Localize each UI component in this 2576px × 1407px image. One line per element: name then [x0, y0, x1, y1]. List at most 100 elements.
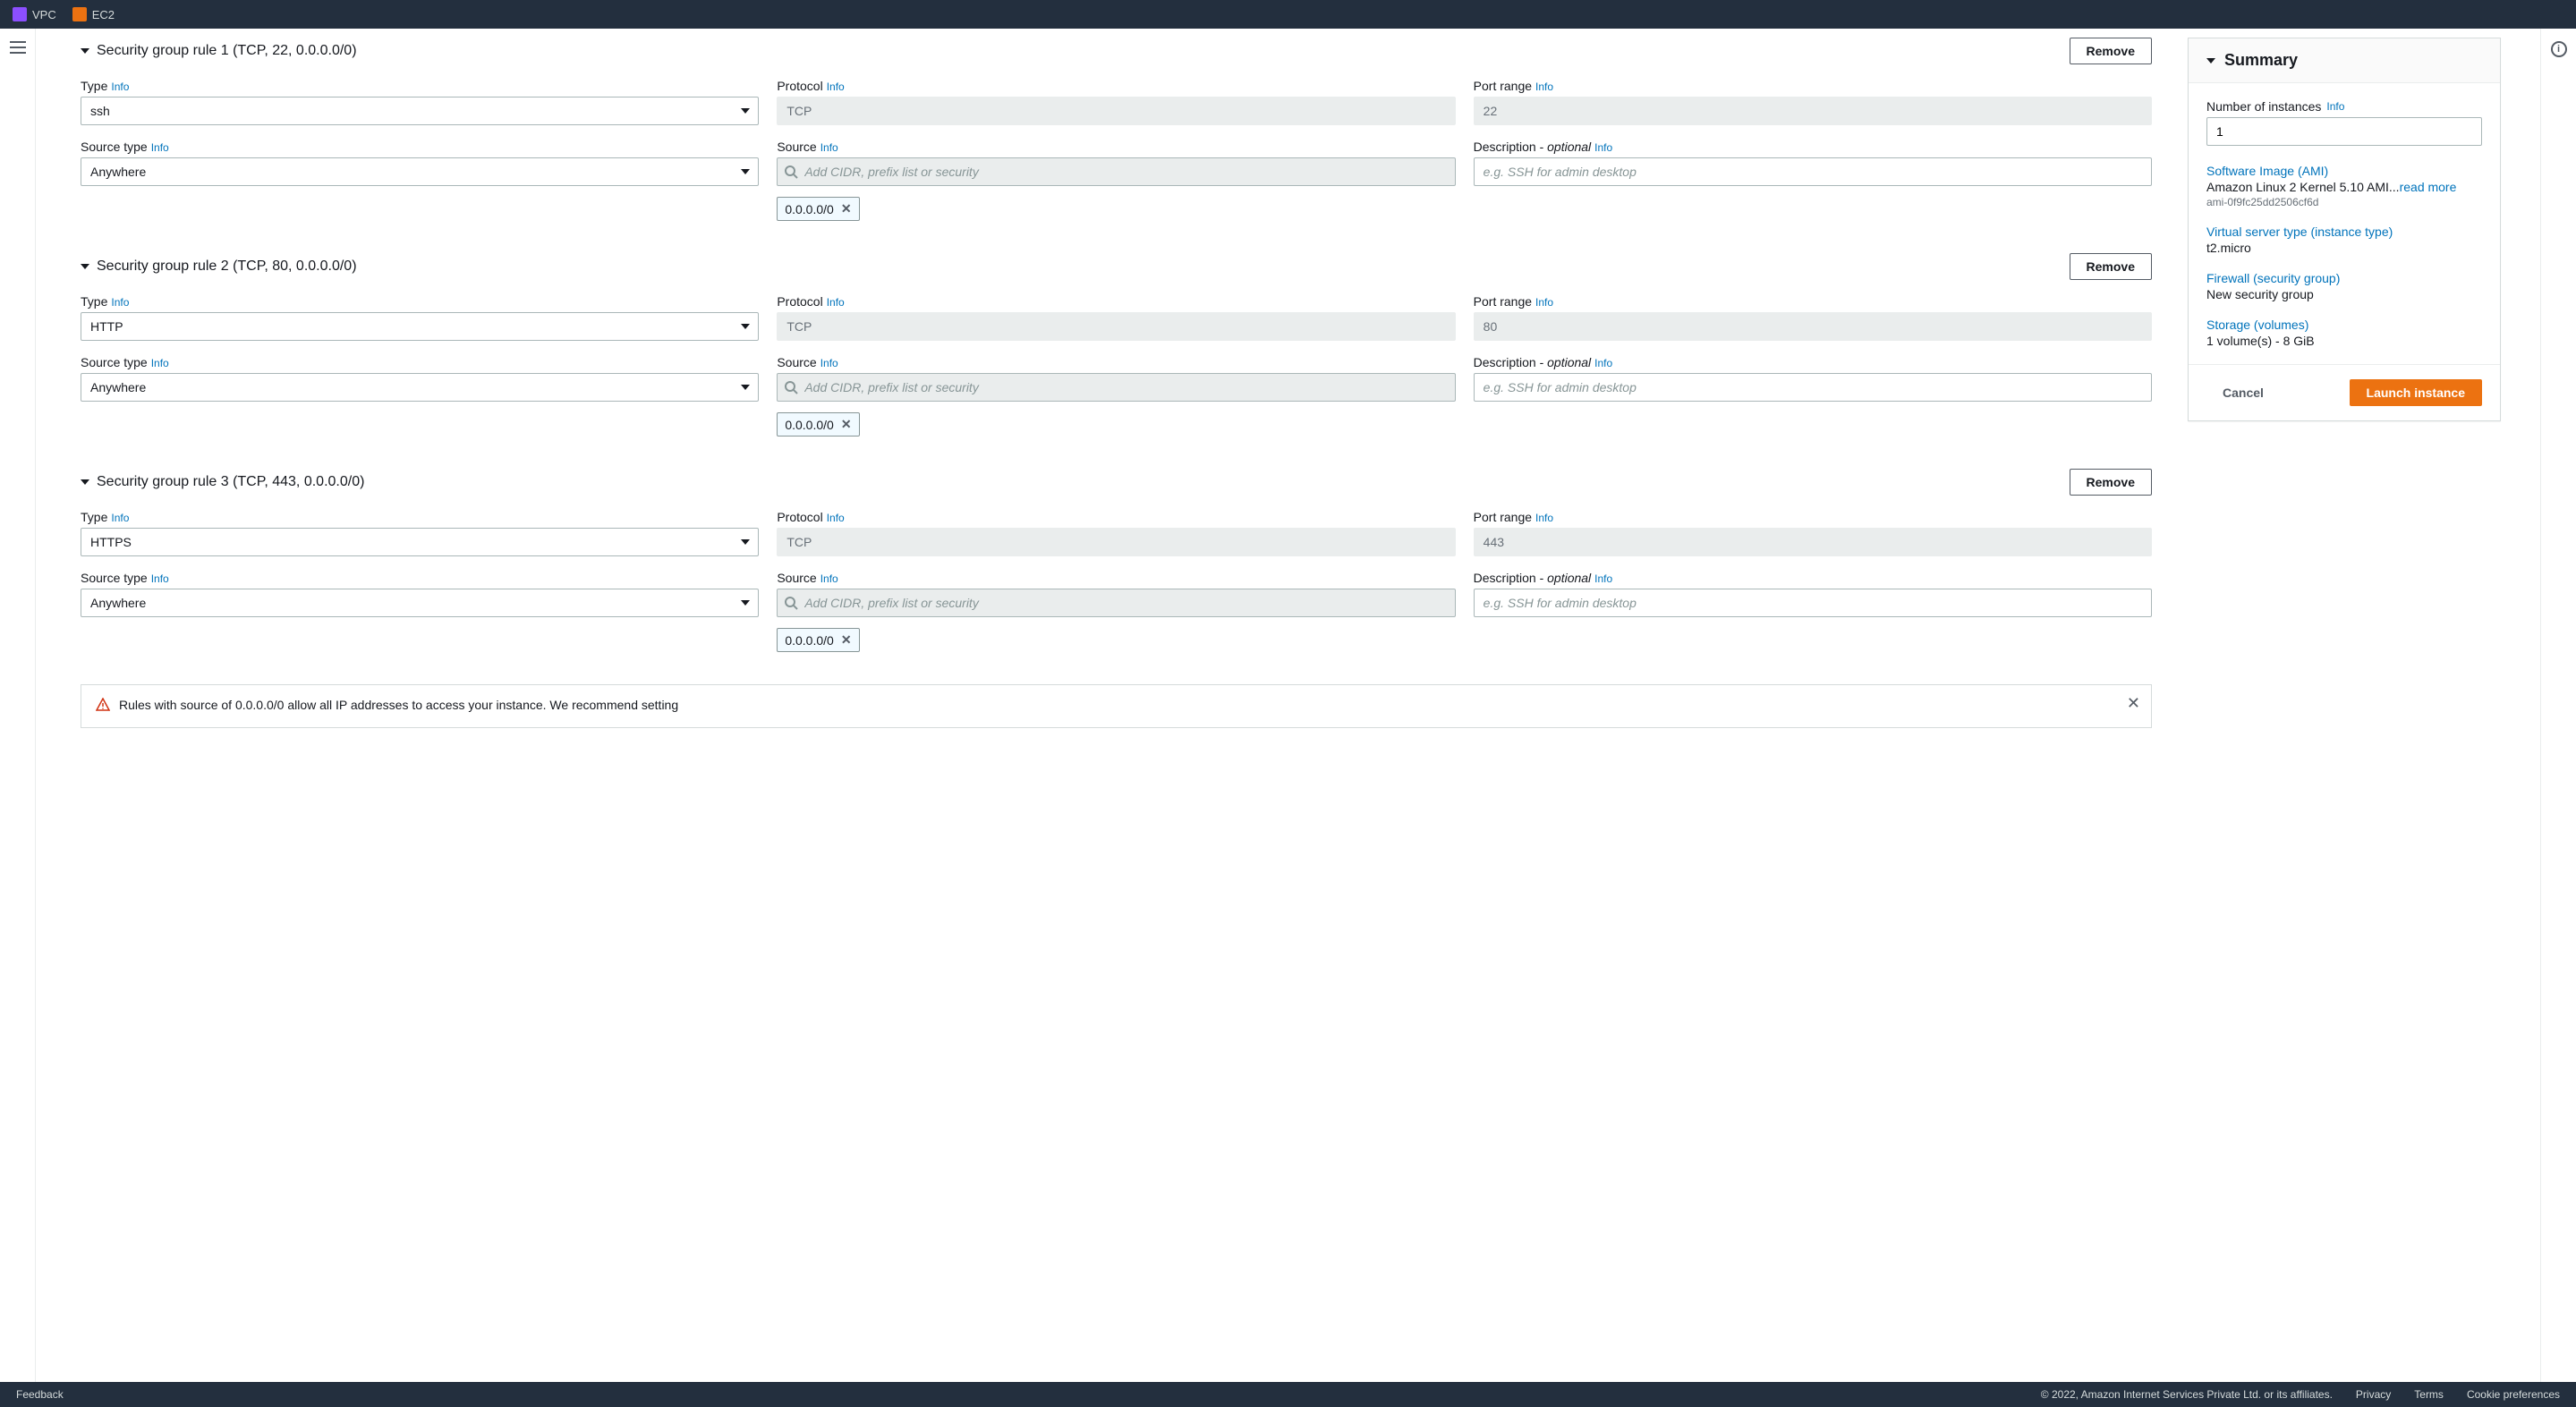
warning-text: Rules with source of 0.0.0.0/0 allow all… — [119, 698, 678, 712]
num-instances-input[interactable] — [2206, 117, 2482, 146]
search-icon — [784, 380, 798, 397]
port-range-value: 80 — [1474, 312, 2152, 341]
caret-down-icon — [2206, 58, 2215, 64]
security-group-rule: Security group rule 2 (TCP, 80, 0.0.0.0/… — [81, 253, 2152, 437]
instance-type-link[interactable]: Virtual server type (instance type) — [2206, 225, 2482, 239]
instance-type-value: t2.micro — [2206, 241, 2482, 255]
protocol-info[interactable]: Info — [827, 512, 845, 524]
scrollbar[interactable] — [2528, 29, 2540, 1382]
read-more-link[interactable]: read more — [2400, 180, 2457, 194]
remove-token-icon[interactable]: ✕ — [841, 417, 852, 432]
feedback-link[interactable]: Feedback — [16, 1388, 64, 1401]
description-input[interactable] — [1474, 373, 2152, 402]
search-icon — [784, 165, 798, 182]
ami-id: ami-0f9fc25dd2506cf6d — [2206, 196, 2482, 208]
security-group-rule: Security group rule 3 (TCP, 443, 0.0.0.0… — [81, 469, 2152, 652]
port-range-info[interactable]: Info — [1535, 296, 1553, 309]
remove-token-icon[interactable]: ✕ — [841, 201, 852, 216]
top-nav: VPC EC2 — [0, 0, 2576, 29]
type-info[interactable]: Info — [111, 512, 129, 524]
source-label: Source — [777, 355, 816, 369]
nav-label-vpc: VPC — [32, 8, 56, 21]
cidr-value: 0.0.0.0/0 — [785, 633, 834, 648]
summary-header[interactable]: Summary — [2189, 38, 2500, 83]
port-range-value: 443 — [1474, 528, 2152, 556]
vpc-icon — [13, 7, 27, 21]
cidr-value: 0.0.0.0/0 — [785, 202, 834, 216]
source-info[interactable]: Info — [820, 572, 838, 585]
terms-link[interactable]: Terms — [2414, 1388, 2444, 1401]
type-select[interactable]: ssh — [81, 97, 759, 125]
main-scroll[interactable]: Security group rule 1 (TCP, 22, 0.0.0.0/… — [36, 29, 2528, 1382]
description-input[interactable] — [1474, 589, 2152, 617]
protocol-info[interactable]: Info — [827, 296, 845, 309]
source-input[interactable] — [777, 589, 1455, 617]
protocol-value: TCP — [777, 312, 1455, 341]
source-input[interactable] — [777, 157, 1455, 186]
source-type-info[interactable]: Info — [151, 572, 169, 585]
cookies-link[interactable]: Cookie preferences — [2467, 1388, 2560, 1401]
cancel-button[interactable]: Cancel — [2206, 380, 2280, 405]
protocol-label: Protocol — [777, 294, 822, 309]
remove-rule-button[interactable]: Remove — [2070, 469, 2152, 496]
rule-title: Security group rule 3 (TCP, 443, 0.0.0.0… — [97, 474, 364, 490]
close-icon[interactable]: ✕ — [2127, 694, 2140, 713]
description-input[interactable] — [1474, 157, 2152, 186]
num-instances-info[interactable]: Info — [2326, 100, 2344, 113]
optional-label: optional — [1547, 571, 1591, 585]
summary-title: Summary — [2224, 51, 2298, 70]
protocol-info[interactable]: Info — [827, 81, 845, 93]
cidr-token: 0.0.0.0/0 ✕ — [777, 197, 859, 221]
cidr-value: 0.0.0.0/0 — [785, 418, 834, 432]
firewall-link[interactable]: Firewall (security group) — [2206, 271, 2482, 285]
storage-link[interactable]: Storage (volumes) — [2206, 318, 2482, 332]
storage-value: 1 volume(s) - 8 GiB — [2206, 334, 2482, 348]
copyright-text: © 2022, Amazon Internet Services Private… — [2041, 1388, 2333, 1401]
type-info[interactable]: Info — [111, 296, 129, 309]
source-type-info[interactable]: Info — [151, 357, 169, 369]
caret-down-icon[interactable] — [81, 479, 89, 485]
port-range-value: 22 — [1474, 97, 2152, 125]
type-info[interactable]: Info — [111, 81, 129, 93]
source-type-select[interactable]: Anywhere — [81, 373, 759, 402]
description-info[interactable]: Info — [1594, 572, 1612, 585]
port-range-label: Port range — [1474, 510, 1532, 524]
nav-item-vpc[interactable]: VPC — [13, 7, 56, 21]
description-label: Description - — [1474, 571, 1547, 585]
source-type-select[interactable]: Anywhere — [81, 589, 759, 617]
warning-icon — [96, 698, 110, 715]
description-label: Description - — [1474, 140, 1547, 154]
description-info[interactable]: Info — [1594, 357, 1612, 369]
optional-label: optional — [1547, 140, 1591, 154]
info-panel-icon[interactable]: i — [2551, 41, 2567, 57]
menu-toggle-icon[interactable] — [10, 41, 26, 54]
footer: Feedback © 2022, Amazon Internet Service… — [0, 1382, 2576, 1407]
privacy-link[interactable]: Privacy — [2356, 1388, 2391, 1401]
port-range-info[interactable]: Info — [1535, 81, 1553, 93]
summary-card: Summary Number of instances Info Softwar… — [2188, 38, 2501, 421]
type-label: Type — [81, 79, 107, 93]
remove-rule-button[interactable]: Remove — [2070, 38, 2152, 64]
nav-item-ec2[interactable]: EC2 — [72, 7, 115, 21]
port-range-label: Port range — [1474, 294, 1532, 309]
type-select[interactable]: HTTPS — [81, 528, 759, 556]
source-type-info[interactable]: Info — [151, 141, 169, 154]
type-select[interactable]: HTTP — [81, 312, 759, 341]
source-info[interactable]: Info — [820, 357, 838, 369]
warning-box: Rules with source of 0.0.0.0/0 allow all… — [81, 684, 2152, 728]
optional-label: optional — [1547, 355, 1591, 369]
source-info[interactable]: Info — [820, 141, 838, 154]
ami-link[interactable]: Software Image (AMI) — [2206, 164, 2482, 178]
remove-token-icon[interactable]: ✕ — [841, 632, 852, 648]
remove-rule-button[interactable]: Remove — [2070, 253, 2152, 280]
source-type-label: Source type — [81, 571, 148, 585]
caret-down-icon[interactable] — [81, 264, 89, 269]
port-range-info[interactable]: Info — [1535, 512, 1553, 524]
description-info[interactable]: Info — [1594, 141, 1612, 154]
source-type-select[interactable]: Anywhere — [81, 157, 759, 186]
source-input[interactable] — [777, 373, 1455, 402]
caret-down-icon[interactable] — [81, 48, 89, 54]
launch-instance-button[interactable]: Launch instance — [2350, 379, 2482, 406]
rules-column: Security group rule 1 (TCP, 22, 0.0.0.0/… — [81, 38, 2152, 728]
search-icon — [784, 596, 798, 613]
